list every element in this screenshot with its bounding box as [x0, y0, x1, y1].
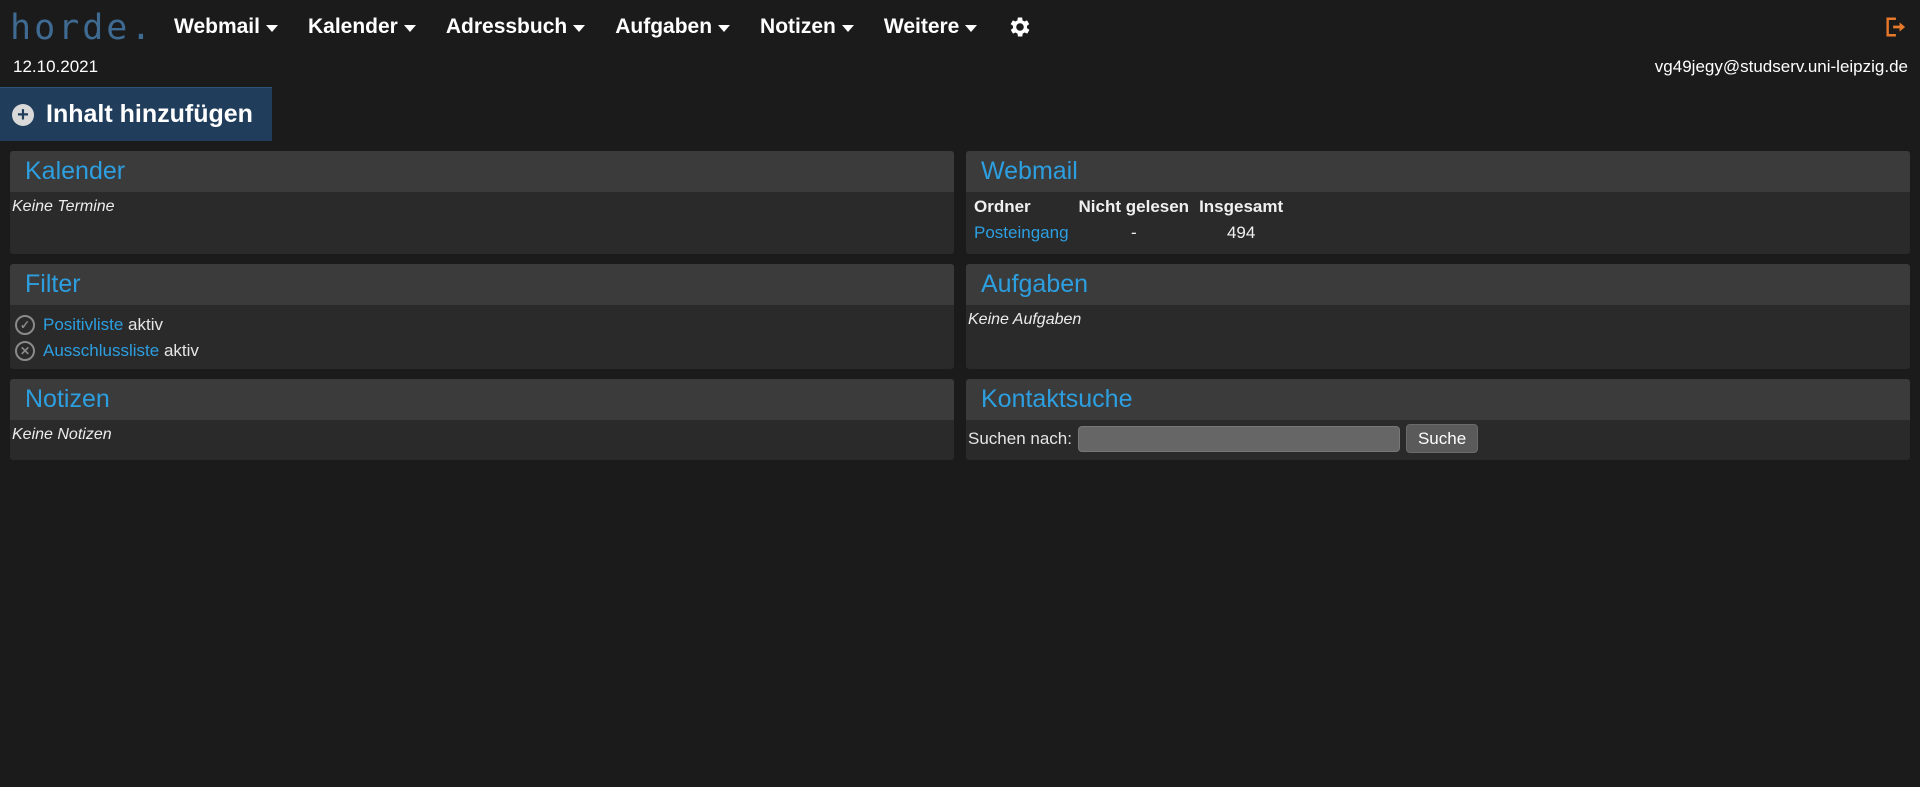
caret-down-icon: [573, 24, 586, 32]
current-date: 12.10.2021: [13, 57, 99, 76]
search-button[interactable]: Suche: [1405, 424, 1479, 453]
nav-kalender[interactable]: Kalender: [308, 15, 416, 39]
blacklist-link[interactable]: Ausschlussliste: [43, 341, 159, 361]
caret-down-icon: [265, 24, 278, 32]
portlet-title[interactable]: Kalender: [10, 151, 954, 192]
table-row: Posteingang - 494: [972, 220, 1291, 246]
search-label: Suchen nach:: [968, 428, 1072, 448]
portlet-filter: Filter ✓ Positivliste aktiv ✕ Ausschluss…: [10, 264, 954, 369]
nav-adressbuch[interactable]: Adressbuch: [446, 15, 586, 39]
folder-link-posteingang[interactable]: Posteingang: [974, 223, 1069, 242]
x-circle-icon: ✕: [15, 341, 35, 361]
filter-item: ✓ Positivliste aktiv: [15, 315, 954, 335]
whitelist-link[interactable]: Positivliste: [43, 315, 123, 335]
caret-down-icon: [841, 24, 854, 32]
portlet-title[interactable]: Notizen: [10, 379, 954, 420]
column-header: Nicht gelesen: [1078, 197, 1190, 216]
portlet-title[interactable]: Kontaktsuche: [966, 379, 1910, 420]
portlet-title[interactable]: Filter: [10, 264, 954, 305]
portlet-notizen: Notizen Keine Notizen: [10, 379, 954, 460]
empty-message: Keine Aufgaben: [968, 311, 1082, 328]
plus-circle-icon: +: [12, 103, 34, 126]
empty-message: Keine Notizen: [12, 426, 112, 443]
contact-search-form: Suchen nach: Suche: [968, 424, 1910, 453]
filter-status: aktiv: [128, 315, 164, 334]
caret-down-icon: [718, 24, 731, 32]
nav-notizen[interactable]: Notizen: [760, 15, 854, 39]
column-header: Ordner: [974, 197, 1031, 216]
caret-down-icon: [965, 24, 978, 32]
unread-count: -: [1130, 223, 1137, 242]
portlet-title[interactable]: Webmail: [966, 151, 1910, 192]
user-email: vg49jegy@studserv.uni-leipzig.de: [1654, 57, 1908, 76]
portlet-aufgaben: Aufgaben Keine Aufgaben: [966, 264, 1910, 369]
gear-icon[interactable]: [1007, 14, 1033, 40]
filter-status: aktiv: [163, 341, 199, 360]
portlet-kalender: Kalender Keine Termine: [10, 151, 954, 254]
nav-weitere[interactable]: Weitere: [884, 15, 978, 39]
empty-message: Keine Termine: [12, 198, 115, 215]
logout-icon[interactable]: [1884, 16, 1906, 38]
horde-logo[interactable]: horde.: [10, 6, 154, 50]
check-circle-icon: ✓: [15, 315, 35, 335]
nav-webmail[interactable]: Webmail: [174, 15, 278, 39]
main-nav: Webmail Kalender Adressbuch Aufgaben Not…: [174, 13, 1033, 41]
mail-folder-table: Ordner Nicht gelesen Insgesamt Posteinga…: [972, 194, 1291, 246]
column-header: Insgesamt: [1199, 197, 1284, 216]
add-content-button[interactable]: + Inhalt hinzufügen: [0, 87, 272, 141]
nav-aufgaben[interactable]: Aufgaben: [615, 15, 731, 39]
portlet-kontaktsuche: Kontaktsuche Suchen nach: Suche: [966, 379, 1910, 460]
portlet-title[interactable]: Aufgaben: [966, 264, 1910, 305]
top-bar: horde. Webmail Kalender Adressbuch Aufga…: [0, 0, 1920, 56]
portlet-webmail: Webmail Ordner Nicht gelesen Insgesamt P…: [966, 151, 1910, 254]
filter-item: ✕ Ausschlussliste aktiv: [15, 341, 954, 361]
contact-search-input[interactable]: [1077, 425, 1400, 452]
total-count: 494: [1226, 223, 1256, 242]
caret-down-icon: [403, 24, 416, 32]
